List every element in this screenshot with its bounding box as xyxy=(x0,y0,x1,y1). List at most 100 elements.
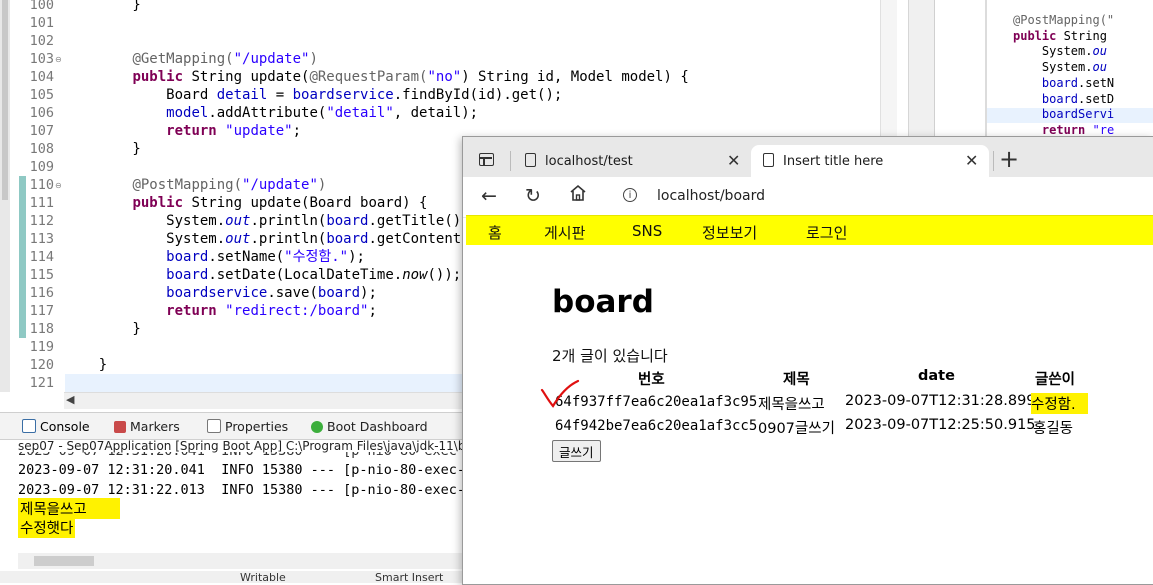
table-cell-author: 홍길동 xyxy=(1033,421,1074,437)
code-line: board.setDate(LocalDateTime.now()); xyxy=(65,266,461,284)
horizontal-scrollbar[interactable]: ◀ xyxy=(64,392,464,409)
address-bar[interactable]: i localhost/board xyxy=(609,183,1153,211)
write-button[interactable]: 글쓰기 xyxy=(552,440,601,462)
console-tab-bar: Console Markers Properties Boot Dashboar… xyxy=(0,412,464,440)
reload-icon[interactable]: ↻ xyxy=(525,185,541,207)
table-cell-id: 64f937ff7ea6c20ea1af3c95 xyxy=(555,394,758,410)
site-info-icon[interactable]: i xyxy=(623,188,637,202)
code-token: board xyxy=(166,267,209,283)
browser-tab-active[interactable]: Insert title here ✕ xyxy=(751,145,989,177)
nav-login[interactable]: 로그인 xyxy=(806,222,847,243)
code-token: detail xyxy=(216,87,268,103)
column-header-no: 번호 xyxy=(638,372,665,388)
line-number: 105 xyxy=(29,87,54,103)
line-number: 104 xyxy=(29,69,54,85)
close-tab-icon[interactable]: ✕ xyxy=(727,151,740,170)
code-token: } xyxy=(65,0,141,13)
code-token: = xyxy=(267,87,293,103)
home-icon[interactable] xyxy=(569,184,587,207)
browser-window: localhost/test ✕ Insert title here ✕ + ←… xyxy=(462,136,1153,585)
line-number: 118 xyxy=(29,321,54,337)
code-token: ; xyxy=(368,303,377,319)
url-text: localhost/board xyxy=(657,188,765,204)
code-token: System. xyxy=(65,231,226,247)
code-token: ) xyxy=(309,51,318,67)
line-number: 111 xyxy=(29,195,54,211)
code-token: ); xyxy=(360,285,377,301)
back-arrow-icon[interactable]: ← xyxy=(481,185,497,207)
code-token: .findById(id).get(); xyxy=(393,87,563,103)
code-token: "re xyxy=(1092,122,1115,137)
page-icon xyxy=(525,153,536,167)
code-token: return xyxy=(166,303,217,319)
browser-toolbar: ← ↻ i localhost/board xyxy=(463,177,1153,218)
code-token: board xyxy=(1041,75,1079,90)
line-number: 108 xyxy=(29,141,54,157)
code-token: , detail); xyxy=(393,105,479,121)
code-line: } xyxy=(65,356,107,374)
code-token: boardServi xyxy=(1041,107,1115,122)
code-token: String xyxy=(1056,28,1107,43)
log-line: 2023-09-07 12:31:20.041 INFO 15380 --- [… xyxy=(18,462,474,478)
code-token: String update( xyxy=(183,69,310,85)
tab-markers[interactable]: Markers xyxy=(114,419,180,434)
table-cell-title[interactable]: 제목을쓰고 xyxy=(758,393,825,414)
code-token: .setName( xyxy=(208,249,285,265)
nav-sns[interactable]: SNS xyxy=(632,222,662,240)
table-cell-id: 64f942be7ea6c20ea1af3cc5 xyxy=(555,418,758,434)
nav-board[interactable]: 게시판 xyxy=(544,222,585,243)
console-launch-description: sep07 - Sep07Application [Spring Boot Ap… xyxy=(18,439,481,453)
code-token: ; xyxy=(292,123,302,139)
status-writable: Writable xyxy=(240,571,286,584)
left-scrollbar[interactable] xyxy=(0,0,10,392)
code-line: Board detail = boardservice.findById(id)… xyxy=(65,86,562,104)
close-tab-icon[interactable]: ✕ xyxy=(965,151,978,170)
tab-actions-icon[interactable] xyxy=(479,153,494,166)
scroll-left-arrow-icon[interactable]: ◀ xyxy=(66,393,74,406)
code-line: } xyxy=(65,140,140,158)
code-token: "/update" xyxy=(242,177,318,193)
code-token: @RequestParam( xyxy=(309,69,428,85)
status-bar: Writable Smart Insert xyxy=(0,571,464,584)
code-token: @PostMapping( xyxy=(132,177,243,193)
code-line: boardservice.save(board); xyxy=(65,284,377,302)
browser-tab-test[interactable]: localhost/test ✕ xyxy=(513,145,749,177)
new-tab-button[interactable]: + xyxy=(999,145,1019,173)
code-token: } xyxy=(65,321,141,337)
console-icon xyxy=(22,419,36,433)
status-insert-mode: Smart Insert xyxy=(375,571,444,584)
console-horizontal-scrollbar[interactable] xyxy=(18,553,464,569)
code-token: Board xyxy=(65,87,217,103)
line-number: 107 xyxy=(29,123,54,139)
code-token: @GetMapping( xyxy=(132,51,234,67)
side-code-line: boardServi xyxy=(1013,107,1114,123)
fold-toggle-icon[interactable]: ⊖ xyxy=(55,181,62,190)
nav-info[interactable]: 정보보기 xyxy=(702,222,757,243)
line-number: 112 xyxy=(29,213,54,229)
table-cell-title[interactable]: 0907글쓰기 xyxy=(758,417,835,438)
line-number: 101 xyxy=(29,15,54,31)
line-number: 100 xyxy=(29,0,54,13)
tab-boot-dashboard[interactable]: Boot Dashboard xyxy=(311,419,428,434)
markers-icon xyxy=(114,421,126,433)
side-code-line: System.ou xyxy=(1013,60,1107,76)
line-number: 106 xyxy=(29,105,54,121)
fold-toggle-icon[interactable]: ⊖ xyxy=(55,55,62,64)
code-token: return xyxy=(166,123,217,139)
nav-home[interactable]: 홈 xyxy=(488,222,502,243)
properties-icon xyxy=(207,419,221,433)
code-token: board xyxy=(166,249,209,265)
side-code-line: public String xyxy=(1013,29,1107,45)
code-token: ); xyxy=(348,249,365,265)
code-token: boardservice xyxy=(166,285,268,301)
tab-properties[interactable]: Properties xyxy=(207,419,288,434)
code-token: ()); xyxy=(427,267,462,283)
code-token: ) String id, Model model) { xyxy=(461,69,689,85)
tab-strip: localhost/test ✕ Insert title here ✕ + xyxy=(463,137,1153,177)
tab-console[interactable]: Console xyxy=(22,419,90,434)
